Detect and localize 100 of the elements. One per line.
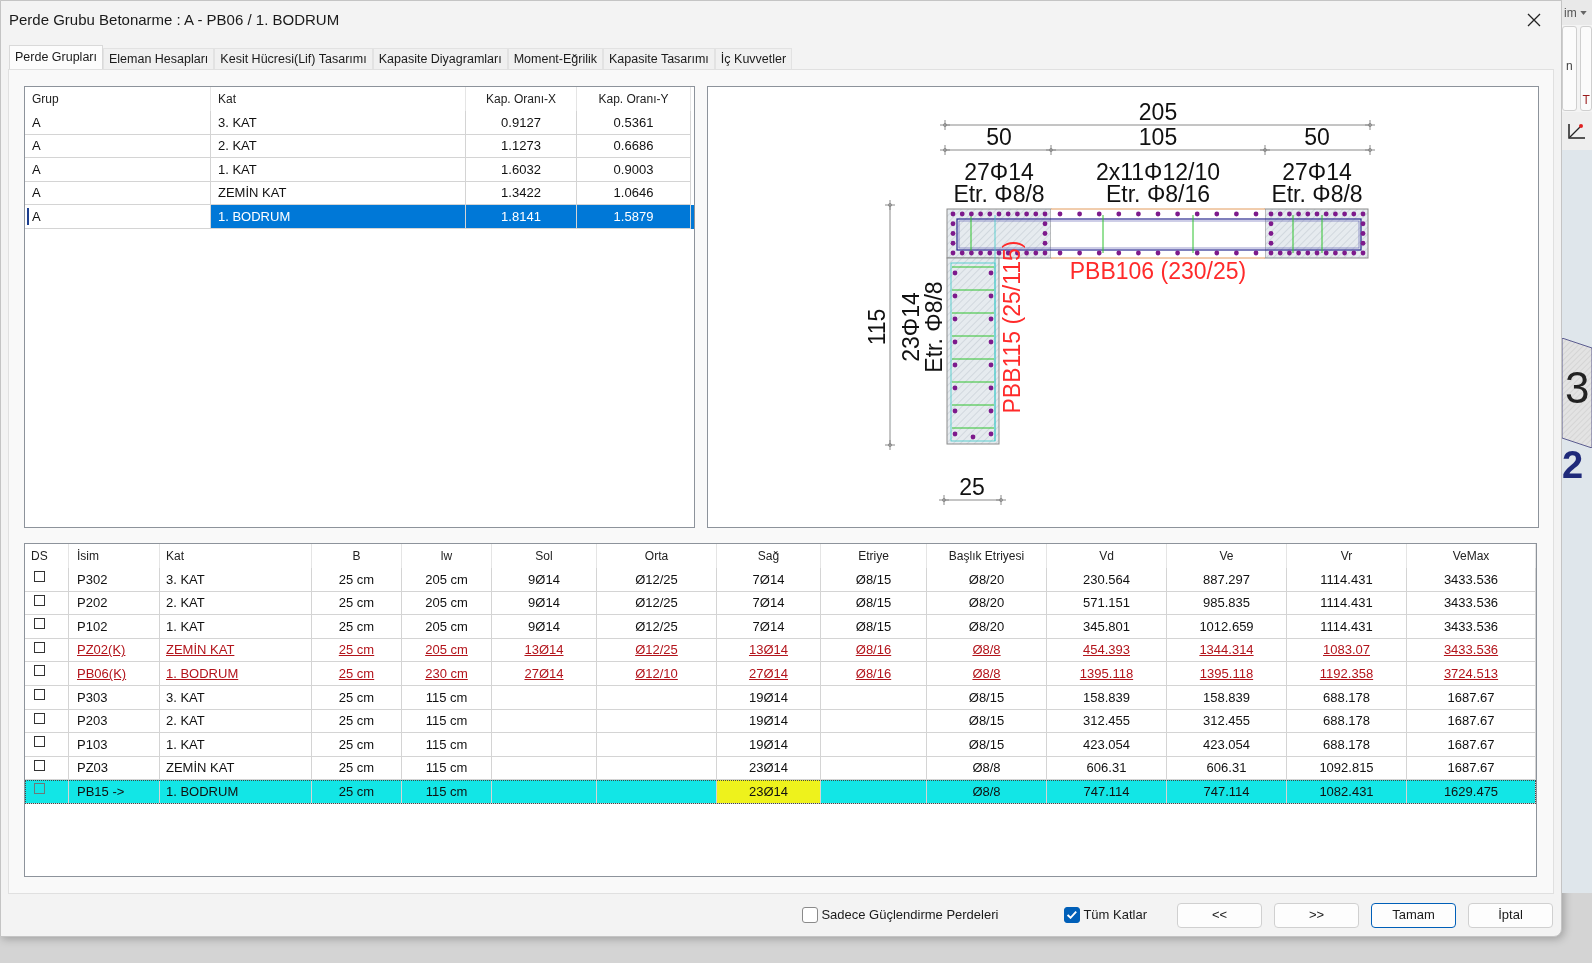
table-row[interactable]: A 1. KAT 1.6032 0.9003 [25, 158, 694, 182]
table-row[interactable]: P102 1. KAT 25 cm 205 cm 9Ø14 Ø12/25 7Ø14 Ø8/15 Ø8/20 345.801 1012.659 1114.431 3433.536 [25, 615, 1536, 639]
dimension-label: 105 [1138, 124, 1178, 150]
wall-name-label: PBB106 (230/25) [1069, 258, 1247, 284]
table-cell: Ø8/15 [927, 733, 1047, 757]
table-cell: P303 [69, 685, 160, 710]
row-checkbox[interactable] [34, 736, 45, 748]
table-cell: P102 [69, 615, 160, 639]
rebar-label: 23Φ14 [898, 292, 924, 362]
dialog-button[interactable]: Tamam [1371, 902, 1456, 928]
table-cell: 1. KAT [160, 733, 312, 757]
checkbox-label[interactable]: Sadece Güçlendirme Perdeleri [821, 905, 999, 925]
dimension-label: 50 [1304, 124, 1330, 150]
table-row[interactable]: PB15 -> 1. BODRUM 25 cm 115 cm 23Ø14 Ø8/8 747.114 747.114 1082.431 1629.475 [25, 780, 1536, 804]
table-cell: 230 cm [402, 662, 492, 686]
table-cell: A [25, 205, 211, 229]
dimension-label: 25 [959, 474, 985, 500]
table-cell: 3. KAT [160, 568, 312, 592]
table-cell: PB06(K) [69, 662, 160, 686]
table-cell: 1. KAT [160, 615, 312, 639]
table-cell: Ø8/15 [821, 568, 927, 592]
table-cell: A [25, 111, 211, 135]
row-checkbox[interactable] [34, 571, 45, 582]
axis-icon[interactable] [1567, 122, 1587, 140]
table-cell: 115 cm [402, 685, 492, 710]
table-cell: 1687.67 [1407, 685, 1536, 710]
row-checkbox[interactable] [34, 641, 45, 653]
table-cell: 747.114 [1047, 780, 1167, 804]
table-cell: 747.114 [1167, 780, 1287, 804]
table-row[interactable]: P303 3. KAT 25 cm 115 cm 19Ø14 Ø8/15 158.839 158.839 688.178 1687.67 [25, 685, 1536, 710]
row-checkbox[interactable] [34, 712, 45, 724]
row-checkbox[interactable] [34, 783, 45, 795]
table-cell: Ø12/10 [597, 662, 717, 686]
table-row[interactable]: A 1. BODRUM 1.8141 1.5879 [25, 205, 694, 229]
tab[interactable]: Kapasite Diyagramları [372, 48, 508, 69]
row-checkbox[interactable] [34, 688, 45, 700]
row-checkbox[interactable] [34, 594, 45, 606]
checkbox-label[interactable]: Tüm Katlar [1083, 905, 1147, 925]
dimension-label: 115 [864, 308, 890, 346]
table-cell: 3433.536 [1407, 568, 1536, 592]
table-row[interactable]: PZ03 ZEMİN KAT 25 cm 115 cm 23Ø14 Ø8/8 606.31 606.31 1092.815 1687.67 [25, 756, 1536, 781]
table-cell: 1. BODRUM [160, 662, 312, 686]
table-cell: Ø8/8 [927, 780, 1047, 804]
table-cell: 1687.67 [1407, 733, 1536, 757]
table-cell: 1.6032 [466, 158, 577, 182]
table-cell: 230.564 [1047, 568, 1167, 592]
ribbon-button[interactable]: n [1562, 26, 1577, 111]
dialog-button[interactable]: << [1177, 902, 1262, 928]
table-cell: Ø8/15 [927, 685, 1047, 710]
tab[interactable]: Kesit Hücresi(Lif) Tasarımı [214, 48, 373, 69]
table-row[interactable]: PZ02(K) ZEMİN KAT 25 cm 205 cm 13Ø14 Ø12/25 13Ø14 Ø8/16 Ø8/8 454.393 1344.314 1083.07 3433.536 [25, 638, 1536, 663]
table-cell: 25 cm [312, 568, 402, 592]
table-cell: Ø8/16 [821, 662, 927, 686]
row-checkbox[interactable] [34, 759, 45, 771]
table-row[interactable]: P302 3. KAT 25 cm 205 cm 9Ø14 Ø12/25 7Ø14 Ø8/15 Ø8/20 230.564 887.297 1114.431 3433.536 [25, 568, 1536, 592]
table-row[interactable]: P103 1. KAT 25 cm 115 cm 19Ø14 Ø8/15 423.054 423.054 688.178 1687.67 [25, 733, 1536, 757]
table-cell: 25 cm [312, 685, 402, 710]
tab[interactable]: Moment-Eğrilik [507, 48, 603, 69]
table-cell: 887.297 [1167, 568, 1287, 592]
tab[interactable]: Kapasite Tasarımı [603, 48, 715, 69]
row-checkbox[interactable] [34, 618, 45, 630]
close-icon [1527, 13, 1541, 27]
table-cell: A [25, 158, 211, 182]
stirrup-label: Etr. Φ8/8 [921, 281, 947, 373]
tab[interactable]: Eleman Hesapları [103, 48, 215, 69]
table-cell: 1. BODRUM [211, 205, 466, 229]
table-cell: 1.5879 [577, 205, 691, 229]
table-cell: 9Ø14 [492, 568, 597, 592]
table-cell: 115 cm [402, 780, 492, 804]
table-cell: Ø12/25 [597, 615, 717, 639]
checkbox[interactable] [1064, 907, 1081, 923]
table-row[interactable]: A 3. KAT 0.9127 0.5361 [25, 111, 694, 135]
table-cell: 423.054 [1047, 733, 1167, 757]
table-row[interactable]: A 2. KAT 1.1273 0.6686 [25, 134, 694, 159]
table-cell: 25 cm [312, 733, 402, 757]
tab[interactable]: İç Kuvvetler [714, 48, 793, 69]
table-cell: 25 cm [312, 780, 402, 804]
table-cell: 115 cm [402, 733, 492, 757]
table-cell: Ø8/20 [927, 568, 1047, 592]
table-row[interactable]: PB06(K) 1. BODRUM 25 cm 230 cm 27Ø14 Ø12/10 27Ø14 Ø8/16 Ø8/8 1395.118 1395.118 1192.358 3724.513 [25, 662, 1536, 686]
table-cell: 205 cm [402, 615, 492, 639]
table-cell: 1395.118 [1047, 662, 1167, 686]
table-cell: PB15 -> [69, 780, 160, 804]
dimension-label: 50 [986, 124, 1012, 150]
dialog-button[interactable]: >> [1274, 902, 1359, 928]
table-cell: 345.801 [1047, 615, 1167, 639]
row-checkbox[interactable] [34, 665, 45, 677]
ribbon-button[interactable]: T [1579, 26, 1592, 111]
table-row[interactable]: P202 2. KAT 25 cm 205 cm 9Ø14 Ø12/25 7Ø14 Ø8/15 Ø8/20 571.151 985.835 1114.431 3433.536 [25, 591, 1536, 616]
dialog-button[interactable]: İptal [1468, 902, 1553, 928]
table-cell: 25 cm [312, 615, 402, 639]
table-cell: 27Ø14 [492, 662, 597, 686]
table-cell: 23Ø14 [717, 780, 821, 804]
tab[interactable]: Perde Grupları [9, 45, 103, 69]
table-cell: 7Ø14 [717, 568, 821, 592]
table-row[interactable]: A ZEMİN KAT 1.3422 1.0646 [25, 181, 694, 206]
table-row[interactable]: P203 2. KAT 25 cm 115 cm 19Ø14 Ø8/15 312.455 312.455 688.178 1687.67 [25, 709, 1536, 734]
table-cell: 158.839 [1047, 685, 1167, 710]
table-cell: 0.9127 [466, 111, 577, 135]
checkbox[interactable] [802, 907, 819, 923]
